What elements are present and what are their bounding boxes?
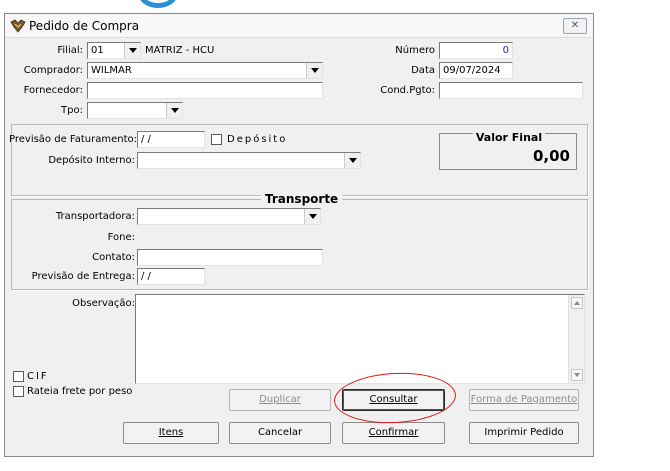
observacao-scrollbar[interactable] — [568, 295, 584, 383]
filial-label: Filial: — [57, 45, 83, 56]
pedido-compra-window: Pedido de Compra ✕ Filial: 01 MATRIZ - H… — [4, 13, 594, 457]
previsao-entrega-input[interactable]: / / — [137, 268, 205, 285]
transportadora-label: Transportadora: — [55, 211, 135, 222]
numero-value: 0 — [502, 45, 509, 56]
contato-label: Contato: — [92, 252, 135, 263]
deposito-label: Depósito — [227, 134, 288, 145]
fornecedor-label: Fornecedor: — [23, 85, 83, 96]
comprador-select[interactable]: WILMAR — [87, 62, 323, 79]
previsao-entrega-label: Previsão de Entrega: — [31, 271, 135, 282]
comprador-value: WILMAR — [91, 65, 132, 76]
background-logo — [138, 0, 178, 8]
numero-label: Número — [395, 45, 435, 56]
condpgto-label: Cond.Pgto: — [380, 85, 435, 96]
valor-final-value: 0,00 — [532, 147, 570, 165]
previsao-faturamento-value: / / — [141, 134, 151, 145]
forma-pagamento-button[interactable]: Forma de Pagamento — [469, 389, 579, 411]
data-label: Data — [411, 65, 435, 76]
data-input[interactable]: 09/07/2024 — [439, 62, 513, 79]
scroll-down-icon[interactable] — [571, 369, 583, 381]
filial-select[interactable]: 01 — [87, 42, 141, 59]
deposito-interno-label: Depósito Interno: — [48, 155, 135, 166]
deposito-interno-dropdown-icon[interactable] — [344, 153, 360, 168]
contato-input[interactable] — [137, 249, 323, 266]
close-icon: ✕ — [570, 20, 580, 31]
window-title: Pedido de Compra — [29, 19, 140, 33]
duplicar-button[interactable]: Duplicar — [229, 389, 331, 411]
tpo-select[interactable] — [87, 102, 183, 119]
title-bar: Pedido de Compra ✕ — [5, 14, 593, 38]
filial-name: MATRIZ - HCU — [145, 45, 215, 56]
comprador-dropdown-icon[interactable] — [306, 63, 322, 78]
imprimir-label: Imprimir Pedido — [484, 427, 564, 438]
filial-dropdown-icon[interactable] — [124, 43, 140, 58]
previsao-faturamento-input[interactable]: / / — [137, 131, 205, 148]
imprimir-pedido-button[interactable]: Imprimir Pedido — [469, 422, 579, 444]
confirmar-button[interactable]: Confirmar — [342, 422, 445, 444]
numero-input[interactable]: 0 — [439, 42, 513, 59]
forma-pagamento-label: Forma de Pagamento — [470, 394, 578, 405]
valor-final-box: Valor Final 0,00 — [439, 131, 578, 170]
tpo-label: Tpo: — [61, 105, 83, 116]
condpgto-input[interactable] — [439, 82, 583, 99]
consultar-button[interactable]: Consultar — [342, 389, 445, 411]
filial-value: 01 — [91, 45, 104, 56]
deposito-interno-select[interactable] — [137, 152, 361, 169]
itens-label: Itens — [158, 427, 184, 438]
comprador-label: Comprador: — [23, 65, 83, 76]
observacao-textarea[interactable] — [135, 294, 585, 384]
previsao-faturamento-label: Previsão de Faturamento: — [9, 134, 138, 145]
data-value: 09/07/2024 — [443, 65, 501, 76]
itens-button[interactable]: Itens — [123, 422, 219, 444]
observacao-label: Observação: — [72, 298, 135, 309]
cancelar-label: Cancelar — [257, 427, 303, 438]
app-icon — [10, 19, 26, 33]
close-button[interactable]: ✕ — [563, 18, 587, 34]
cif-checkbox[interactable] — [13, 371, 24, 382]
valor-final-label: Valor Final — [472, 131, 546, 144]
rateia-label: Rateia frete por peso — [27, 386, 133, 397]
transportadora-select[interactable] — [137, 208, 321, 225]
confirmar-label: Confirmar — [368, 427, 419, 438]
transporte-title: Transporte — [261, 192, 343, 206]
fornecedor-input[interactable] — [87, 82, 323, 99]
cif-label: CIF — [27, 371, 49, 382]
fone-label: Fone: — [107, 232, 135, 243]
tpo-dropdown-icon[interactable] — [166, 103, 182, 118]
consultar-label: Consultar — [369, 394, 418, 405]
transportadora-dropdown-icon[interactable] — [304, 209, 320, 224]
scroll-up-icon[interactable] — [571, 297, 583, 309]
rateia-checkbox[interactable] — [13, 386, 24, 397]
cancelar-button[interactable]: Cancelar — [229, 422, 331, 444]
previsao-entrega-value: / / — [141, 271, 151, 282]
deposito-checkbox[interactable] — [211, 134, 222, 145]
valor-final-title: Valor Final — [440, 131, 578, 144]
duplicar-label: Duplicar — [259, 394, 301, 405]
